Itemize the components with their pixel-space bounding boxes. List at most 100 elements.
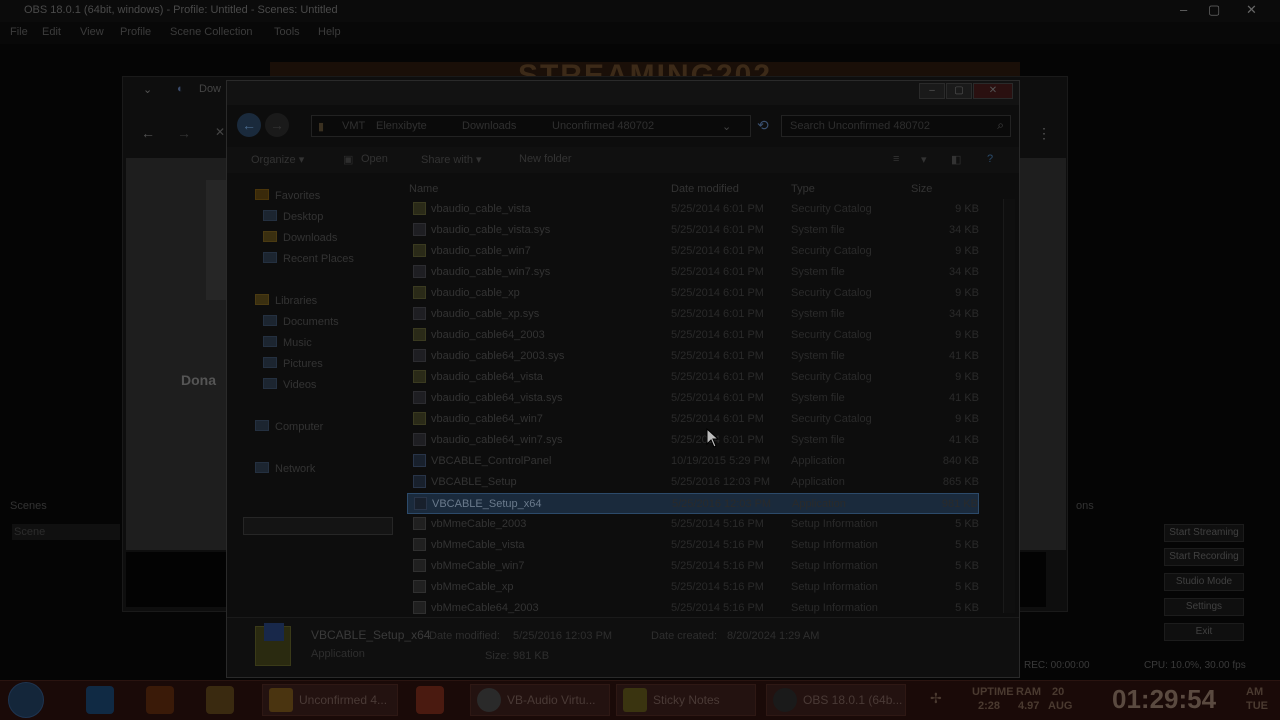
file-size: 981 KB xyxy=(941,498,978,510)
scene-list-item[interactable]: Scene xyxy=(12,524,120,540)
file-row[interactable]: vbaudio_cable64_vista 5/25/2014 6:01 PM Se… xyxy=(407,367,979,388)
chevron-down-icon[interactable]: ▾ xyxy=(921,153,927,166)
file-name: vbMmeCable_vista xyxy=(431,539,525,551)
nav-downloads[interactable]: Downloads xyxy=(263,231,337,244)
close-icon[interactable]: ✕ xyxy=(1246,2,1257,18)
file-row[interactable]: vbaudio_cable_vista.sys 5/25/2014 6:01 PM… xyxy=(407,220,979,241)
menu-file[interactable]: File xyxy=(10,26,28,38)
start-recording-button[interactable]: Start Recording xyxy=(1164,548,1244,566)
forward-arrow-icon[interactable]: → xyxy=(177,125,191,141)
file-date: 5/25/2014 5:16 PM xyxy=(671,560,764,572)
back-button[interactable]: ← xyxy=(237,113,261,137)
maximize-icon[interactable]: ▢ xyxy=(1208,2,1220,18)
chrome-icon[interactable] xyxy=(206,686,234,714)
nav-favorites[interactable]: Favorites xyxy=(255,189,320,202)
column-header-type[interactable]: Type xyxy=(791,183,815,195)
minimize-icon[interactable]: – xyxy=(919,83,945,99)
nav-recent-places[interactable]: Recent Places xyxy=(263,252,354,265)
file-row[interactable]: vbaudio_cable_win7.sys 5/25/2014 6:01 PM S… xyxy=(407,262,979,283)
system-file-icon xyxy=(413,307,426,320)
file-row[interactable]: vbaudio_cable_vista 5/25/2014 6:01 PM Secu… xyxy=(407,199,979,220)
file-row[interactable]: vbaudio_cable64_vista.sys 5/25/2014 6:01 … xyxy=(407,388,979,409)
taskbar-item-obs[interactable]: OBS 18.0.1 (64b... xyxy=(766,684,906,716)
file-row[interactable]: vbMmeCable_win7 5/25/2014 5:16 PM Setup In… xyxy=(407,556,979,577)
file-row[interactable]: vbaudio_cable_win7 5/25/2014 6:01 PM Secur… xyxy=(407,241,979,262)
maximize-icon[interactable]: ▢ xyxy=(946,83,972,99)
search-input[interactable]: Search Unconfirmed 480702 ⌕ xyxy=(781,115,1011,137)
menu-edit[interactable]: Edit xyxy=(42,26,61,38)
minimize-icon[interactable]: – xyxy=(1180,2,1187,17)
share-with-button[interactable]: Share with ▾ xyxy=(421,153,482,166)
new-folder-button[interactable]: New folder xyxy=(519,153,572,165)
file-row[interactable]: vbaudio_cable64_win7.sys 5/25/2014 6:01 P… xyxy=(407,430,979,451)
menu-tools[interactable]: Tools xyxy=(274,26,300,38)
file-type: System file xyxy=(791,266,845,278)
file-row[interactable]: VBCABLE_ControlPanel 10/19/2015 5:29 PM Ap… xyxy=(407,451,979,472)
taskbar-item-sticky-notes[interactable]: Sticky Notes xyxy=(616,684,756,716)
nav-computer[interactable]: Computer xyxy=(255,420,323,433)
nav-desktop[interactable]: Desktop xyxy=(263,210,323,223)
firefox-icon[interactable] xyxy=(146,686,174,714)
close-icon[interactable]: ✕ xyxy=(973,83,1013,99)
menu-view[interactable]: View xyxy=(80,26,104,38)
back-arrow-icon[interactable]: ← xyxy=(141,125,155,141)
exit-button[interactable]: Exit xyxy=(1164,623,1244,641)
details-created-label: Date created: xyxy=(651,630,718,642)
column-header-date[interactable]: Date modified xyxy=(671,183,739,195)
nav-computer-selected[interactable] xyxy=(243,517,393,535)
file-row[interactable]: vbMmeCable64_2003 5/25/2014 5:16 PM Setup … xyxy=(407,598,979,619)
file-row[interactable]: vbMmeCable_vista 5/25/2014 5:16 PM Setup I… xyxy=(407,535,979,556)
breadcrumb-item[interactable]: Unconfirmed 480702 xyxy=(552,120,654,132)
file-row[interactable]: vbaudio_cable_xp.sys 5/25/2014 6:01 PM Sys… xyxy=(407,304,979,325)
file-row[interactable]: vbaudio_cable64_win7 5/25/2014 6:01 PM Sec… xyxy=(407,409,979,430)
nav-videos[interactable]: Videos xyxy=(263,378,316,391)
breadcrumb-item[interactable]: Elenxibyte xyxy=(376,120,427,132)
file-row[interactable]: vbaudio_cable_xp 5/25/2014 6:01 PM Securit… xyxy=(407,283,979,304)
search-placeholder: Search Unconfirmed 480702 xyxy=(790,120,931,132)
scrollbar[interactable] xyxy=(1003,199,1015,613)
chevron-down-icon[interactable]: ⌄ xyxy=(143,83,152,96)
settings-button[interactable]: Settings xyxy=(1164,598,1244,616)
address-field[interactable]: ▮ VMT Elenxibyte Downloads Unconfirmed 4… xyxy=(311,115,751,137)
internet-explorer-icon[interactable] xyxy=(86,686,114,714)
forward-button[interactable]: → xyxy=(265,113,289,137)
nav-pictures[interactable]: Pictures xyxy=(263,357,323,370)
taskbar-item-vbaudio[interactable]: VB-Audio Virtu... xyxy=(470,684,610,716)
pin-icon[interactable]: ✢ xyxy=(930,690,942,707)
nav-libraries[interactable]: Libraries xyxy=(255,294,317,307)
menu-help[interactable]: Help xyxy=(318,26,341,38)
chevron-down-icon[interactable]: ⌄ xyxy=(722,120,731,133)
view-options-icon[interactable]: ≡ xyxy=(893,153,899,165)
recent-places-icon xyxy=(263,252,277,263)
breadcrumb-item[interactable]: VMT xyxy=(342,120,365,132)
breadcrumb-item[interactable]: Downloads xyxy=(462,120,516,132)
start-streaming-button[interactable]: Start Streaming xyxy=(1164,524,1244,542)
nav-music[interactable]: Music xyxy=(263,336,312,349)
file-row[interactable]: VBCABLE_Setup 5/25/2016 12:03 PM Applicati… xyxy=(407,472,979,493)
nav-documents[interactable]: Documents xyxy=(263,315,339,328)
start-button[interactable] xyxy=(8,682,44,718)
refresh-icon[interactable]: ⟲ xyxy=(757,117,769,134)
studio-mode-button[interactable]: Studio Mode xyxy=(1164,573,1244,591)
help-icon[interactable]: ? xyxy=(987,153,993,165)
file-row[interactable]: vbaudio_cable64_2003 5/25/2014 6:01 PM Sec… xyxy=(407,325,979,346)
more-menu-icon[interactable]: ⋮ xyxy=(1037,125,1051,142)
media-player-icon[interactable] xyxy=(416,686,444,714)
column-header-name[interactable]: Name xyxy=(409,183,438,195)
nav-network[interactable]: Network xyxy=(255,462,315,475)
organize-button[interactable]: Organize ▾ xyxy=(251,153,304,166)
vbaudio-icon xyxy=(477,688,501,712)
menu-profile[interactable]: Profile xyxy=(120,26,151,38)
file-size: 34 KB xyxy=(949,308,979,320)
file-row[interactable]: vbaudio_cable64_2003.sys 5/25/2014 6:01 P… xyxy=(407,346,979,367)
file-row[interactable]: vbMmeCable_xp 5/25/2014 5:16 PM Setup Info… xyxy=(407,577,979,598)
file-row-selected[interactable]: VBCABLE_Setup_x64 5/25/2016 12:03 PM Appli… xyxy=(407,493,979,514)
taskbar-item-explorer[interactable]: Unconfirmed 4... xyxy=(262,684,398,716)
open-button[interactable]: Open xyxy=(361,153,388,165)
menu-scene-collection[interactable]: Scene Collection xyxy=(170,26,253,38)
stop-icon[interactable]: ✕ xyxy=(215,125,225,139)
column-header-size[interactable]: Size xyxy=(911,183,932,195)
browser-tab-title[interactable]: Dow xyxy=(199,83,221,95)
file-row[interactable]: vbMmeCable_2003 5/25/2014 5:16 PM Setup In… xyxy=(407,514,979,535)
preview-pane-icon[interactable]: ◧ xyxy=(951,153,961,166)
